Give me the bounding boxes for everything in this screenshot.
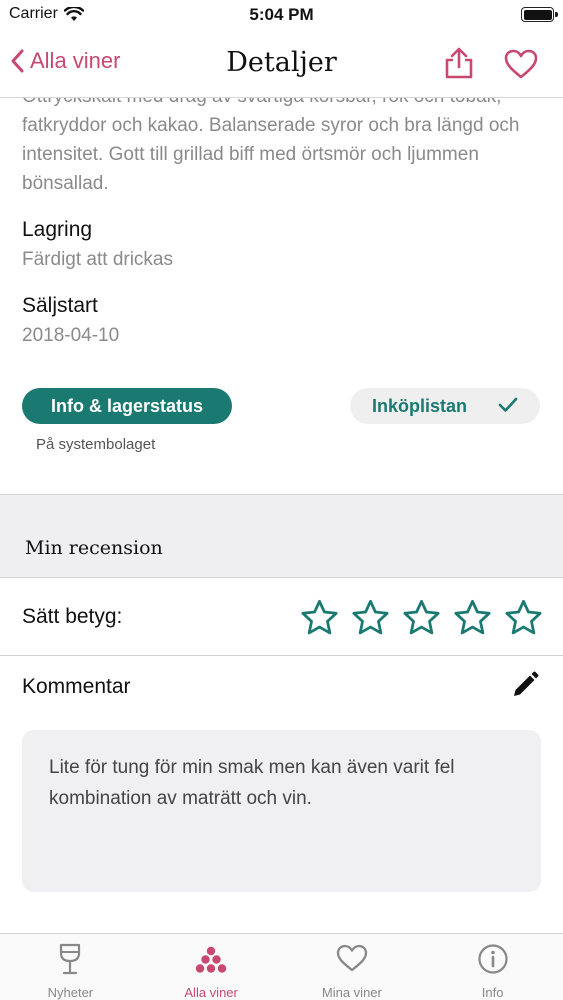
tab-info[interactable]: Info (422, 934, 563, 1000)
tab-nyheter[interactable]: Nyheter (0, 934, 141, 1000)
grapes-icon (195, 946, 227, 973)
share-icon[interactable] (444, 46, 474, 80)
status-bar: Carrier 5:04 PM (0, 0, 563, 30)
back-button[interactable]: Alla viner (10, 48, 120, 74)
info-icon (478, 944, 508, 974)
tab-label: Mina viner (321, 985, 382, 1000)
comment-text: Lite för tung för min smak men kan även … (49, 757, 455, 809)
star-icon[interactable] (352, 599, 389, 635)
info-stock-button-label: Info & lagerstatus (50, 395, 204, 416)
rating-label: Sätt betyg: (22, 605, 123, 628)
star-icon[interactable] (301, 599, 338, 635)
tab-label: Info (481, 985, 504, 1000)
pencil-edit-icon[interactable] (511, 671, 539, 699)
detail-content[interactable]: Ottryckskalt med drag av svartiga körsbä… (0, 98, 563, 933)
navigation-bar: Alla viner Detaljer (0, 30, 563, 98)
chevron-left-icon (11, 49, 24, 73)
shopping-list-button[interactable]: Inköplistan (350, 388, 540, 424)
comment-label: Kommentar (22, 675, 131, 698)
heart-icon (336, 944, 368, 972)
info-stock-button[interactable]: Info & lagerstatus (22, 388, 232, 424)
tab-alla-viner[interactable]: Alla viner (141, 934, 282, 1000)
checkmark-icon (498, 397, 518, 412)
comment-textbox[interactable]: Lite för tung för min smak men kan även … (22, 730, 541, 892)
tab-bar: Nyheter Alla viner Mina viner Info (0, 933, 563, 1000)
wine-description: Ottryckskalt med drag av svartiga körsbä… (22, 98, 520, 194)
status-time: 5:04 PM (249, 5, 314, 24)
star-icon[interactable] (505, 599, 542, 635)
back-button-label: Alla viner (30, 48, 121, 73)
rating-row: Sätt betyg: (0, 578, 563, 656)
battery-icon (521, 7, 558, 22)
info-button-caption: På systembolaget (36, 436, 156, 453)
shopping-list-button-label: Inköplistan (372, 395, 468, 416)
favorite-heart-icon[interactable] (503, 48, 539, 80)
star-icon[interactable] (403, 599, 440, 635)
tab-label: Nyheter (47, 985, 94, 1000)
review-section-title: Min recension (25, 537, 163, 559)
storage-value: Färdigt att drickas (22, 249, 173, 270)
tab-label: Alla viner (184, 985, 238, 1000)
star-rating (301, 599, 542, 635)
storage-label: Lagring (22, 218, 93, 241)
star-icon[interactable] (454, 599, 491, 635)
sale-start-value: 2018-04-10 (22, 325, 120, 346)
tab-mina-viner[interactable]: Mina viner (282, 934, 423, 1000)
review-section-header: Min recension (0, 494, 563, 578)
sale-start-label: Säljstart (22, 294, 98, 317)
wine-glass-icon (60, 943, 81, 975)
